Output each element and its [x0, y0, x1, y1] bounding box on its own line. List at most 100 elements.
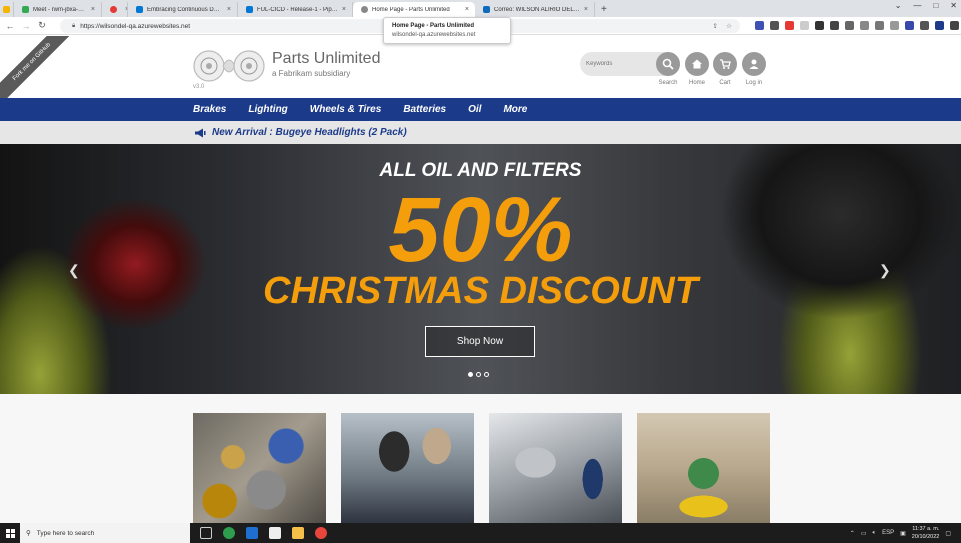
nav-wheels-tires[interactable]: Wheels & Tires	[310, 104, 382, 115]
browser-tabstrip: Meet - rwm-jbxa-eqg × × Embracing Contin…	[0, 0, 961, 17]
close-tab-icon[interactable]: ×	[91, 6, 95, 13]
file-explorer-icon[interactable]	[292, 527, 304, 539]
url-text: https://wilsondel-qa.azurewebsites.net	[80, 22, 191, 30]
carousel-indicators	[468, 372, 489, 377]
app-icon[interactable]	[246, 527, 258, 539]
announcement-text[interactable]: New Arrival : Bugeye Headlights (2 Pack)	[212, 127, 407, 138]
task-view-icon[interactable]	[200, 527, 212, 539]
tab-embracing-cd[interactable]: Embracing Continuous Delivery ×	[128, 2, 238, 17]
tab-recording[interactable]: ×	[102, 2, 128, 17]
home-button[interactable]	[685, 52, 709, 76]
extension-icon[interactable]	[830, 21, 839, 30]
notifications-icon[interactable]: ▢	[945, 530, 951, 537]
start-button[interactable]	[0, 523, 20, 543]
forward-icon[interactable]: →	[20, 21, 32, 31]
logo-icon[interactable]	[193, 48, 265, 84]
extension-icon[interactable]	[860, 21, 869, 30]
carousel-dot[interactable]	[484, 372, 489, 377]
share-icon[interactable]: ⇪	[713, 22, 718, 30]
language-indicator[interactable]: ESP	[882, 530, 894, 536]
shop-now-button[interactable]: Shop Now	[425, 326, 535, 357]
carousel-dot[interactable]	[468, 372, 473, 377]
extension-icon[interactable]	[770, 21, 779, 30]
chrome-icon[interactable]	[315, 527, 327, 539]
taskbar-apps	[200, 527, 327, 539]
bookmark-star-icon[interactable]: ☆	[726, 22, 732, 30]
extension-icon[interactable]	[785, 21, 794, 30]
carousel-prev-icon[interactable]: ❮	[68, 262, 80, 279]
close-window-icon[interactable]: ✕	[950, 1, 957, 10]
category-nav: Brakes Lighting Wheels & Tires Batteries…	[0, 98, 961, 121]
close-tab-icon[interactable]: ×	[465, 6, 469, 13]
site-header: Fork me on GitHub v3.0 Parts Unlimited a…	[0, 36, 961, 104]
close-tab-icon[interactable]: ×	[227, 6, 231, 13]
hero-headline: CHRISTMAS DISCOUNT	[263, 270, 698, 312]
network-icon[interactable]: ▭	[861, 530, 867, 537]
taskbar-search[interactable]: ⚲ Type here to search	[20, 523, 190, 543]
site-version: v3.0	[193, 84, 205, 90]
tab-search-icon-slot[interactable]	[0, 2, 14, 17]
close-tab-icon[interactable]: ×	[342, 6, 346, 13]
nav-oil[interactable]: Oil	[468, 104, 481, 115]
taskbar-search-placeholder: Type here to search	[36, 529, 95, 537]
sidepanel-icon[interactable]	[950, 21, 959, 30]
extension-icon[interactable]	[845, 21, 854, 30]
nav-more[interactable]: More	[503, 104, 527, 115]
logo-title[interactable]: Parts Unlimited	[272, 50, 380, 68]
notion-icon[interactable]	[269, 527, 281, 539]
chevron-up-icon[interactable]: ⌃	[850, 530, 855, 537]
cart-icon	[720, 59, 731, 69]
extension-icon[interactable]	[875, 21, 884, 30]
app-icon[interactable]	[223, 527, 235, 539]
extension-icon[interactable]	[905, 21, 914, 30]
home-icon	[692, 59, 702, 69]
extension-icon[interactable]	[815, 21, 824, 30]
tab-outlook[interactable]: Correo: WILSON ALIRIO DELGADO ×	[475, 2, 595, 17]
parts-unlimited-icon	[361, 6, 368, 13]
tile-mechanic[interactable]	[489, 413, 622, 523]
nav-brakes[interactable]: Brakes	[193, 104, 226, 115]
search-button[interactable]	[656, 52, 680, 76]
new-tab-button[interactable]: +	[595, 2, 613, 17]
extension-icon[interactable]	[755, 21, 764, 30]
cart-button[interactable]	[713, 52, 737, 76]
clock[interactable]: 11:37 a. m. 20/10/2022	[912, 525, 940, 541]
carousel-next-icon[interactable]: ❯	[879, 262, 891, 279]
tab-hover-tooltip: Home Page - Parts Unlimited wilsondel-qa…	[383, 17, 511, 44]
volume-icon[interactable]: 🔈︎	[873, 530, 877, 537]
carousel-dot[interactable]	[476, 372, 481, 377]
search-input[interactable]	[586, 56, 654, 72]
nav-batteries[interactable]: Batteries	[403, 104, 446, 115]
extension-icon[interactable]	[890, 21, 899, 30]
monitor-icon[interactable]: ▣	[900, 530, 906, 537]
fork-github-ribbon[interactable]: Fork me on GitHub	[0, 36, 74, 104]
close-tab-icon[interactable]: ×	[584, 6, 588, 13]
announcement-bar: New Arrival : Bugeye Headlights (2 Pack)	[0, 121, 961, 144]
hero-percent: 50%	[388, 179, 573, 281]
profile-icon[interactable]	[935, 21, 944, 30]
web-page: Fork me on GitHub v3.0 Parts Unlimited a…	[0, 36, 961, 523]
login-button[interactable]	[742, 52, 766, 76]
outlook-icon	[483, 6, 490, 13]
tile-customer-service[interactable]	[341, 413, 474, 523]
nav-lighting[interactable]: Lighting	[248, 104, 287, 115]
maximize-icon[interactable]: □	[933, 1, 938, 10]
windows-icon	[5, 528, 15, 538]
home-label: Home	[688, 80, 705, 86]
tab-parts-unlimited[interactable]: Home Page - Parts Unlimited ×	[353, 2, 475, 17]
back-icon[interactable]: ←	[4, 21, 16, 31]
tile-parts[interactable]	[193, 413, 326, 523]
tab-search-icon[interactable]: ⌄	[895, 1, 902, 10]
window-controls: ⌄ — □ ✕	[895, 1, 957, 10]
record-icon	[110, 6, 117, 13]
extension-icon[interactable]	[800, 21, 809, 30]
reload-icon[interactable]: ↻	[36, 20, 48, 31]
puzzle-icon[interactable]	[920, 21, 929, 30]
tab-pipelines[interactable]: FUL-CICD - Release-1 - Pipelines ×	[238, 2, 353, 17]
extensions-area	[755, 21, 961, 30]
minimize-icon[interactable]: —	[913, 1, 921, 10]
tab-meet[interactable]: Meet - rwm-jbxa-eqg ×	[14, 2, 102, 17]
category-tiles	[193, 413, 770, 523]
tile-road-trip[interactable]	[637, 413, 770, 523]
meet-icon	[22, 6, 29, 13]
